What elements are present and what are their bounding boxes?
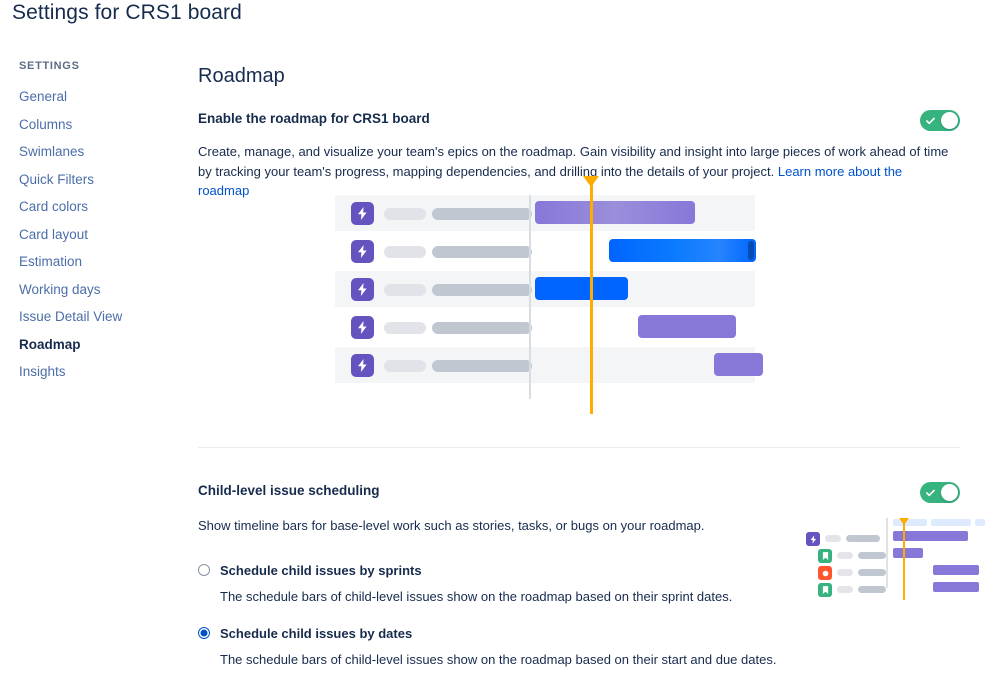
placeholder-bar-large xyxy=(432,284,532,296)
child-scheduling-toggle[interactable] xyxy=(920,482,960,503)
lightning-bolt-icon xyxy=(358,321,367,334)
placeholder-bar-small xyxy=(384,246,426,258)
placeholder-bar-small xyxy=(384,208,426,220)
sidebar-item-roadmap[interactable]: Roadmap xyxy=(19,333,179,357)
sidebar-item-columns[interactable]: Columns xyxy=(19,113,179,137)
radio-option-dates[interactable]: Schedule child issues by dates xyxy=(198,625,963,642)
sidebar-item-swimlanes[interactable]: Swimlanes xyxy=(19,140,179,164)
placeholder-bar-large xyxy=(858,569,886,576)
today-marker-arrow-icon xyxy=(899,518,909,525)
sidebar-item-card-colors[interactable]: Card colors xyxy=(19,195,179,219)
child-scheduling-heading: Child-level issue scheduling xyxy=(198,483,380,498)
placeholder-bar-large xyxy=(858,586,886,593)
sidebar-item-working-days[interactable]: Working days xyxy=(19,278,179,302)
roadmap-illustration-grid xyxy=(335,195,763,399)
sidebar-item-insights[interactable]: Insights xyxy=(19,360,179,384)
check-icon xyxy=(926,489,935,496)
bookmark-icon xyxy=(822,586,828,594)
timeline-header-segment xyxy=(931,519,971,526)
timeline-bar[interactable] xyxy=(535,277,628,300)
timeline-bar[interactable] xyxy=(609,239,756,262)
page-title: Settings for CRS1 board xyxy=(12,1,242,24)
sidebar-item-general[interactable]: General xyxy=(19,85,179,109)
roadmap-section: Roadmap Enable the roadmap for CRS1 boar… xyxy=(198,62,963,414)
bookmark-icon xyxy=(822,552,828,560)
timeline-bar[interactable] xyxy=(933,582,979,592)
child-scheduling-section: Child-level issue scheduling Show timeli… xyxy=(198,482,985,679)
roadmap-illustration-row xyxy=(335,195,755,231)
bug-circle-icon xyxy=(822,570,828,576)
sidebar-item-issue-detail-view[interactable]: Issue Detail View xyxy=(19,305,179,329)
lightning-bolt-icon xyxy=(358,359,367,372)
lightning-bolt-icon xyxy=(358,207,367,220)
roadmap-illustration-row xyxy=(335,233,756,269)
epic-icon xyxy=(351,278,374,301)
timeline-bar-cap xyxy=(748,241,754,260)
roadmap-illustration xyxy=(335,176,763,428)
radio-sprints-label[interactable]: Schedule child issues by sprints xyxy=(220,562,422,579)
section-divider xyxy=(198,447,960,448)
epic-icon xyxy=(351,240,374,263)
placeholder-bar-large xyxy=(432,322,532,334)
placeholder-bar-small xyxy=(837,586,853,593)
placeholder-bar-small xyxy=(837,552,853,559)
child-scheduling-illustration xyxy=(798,508,985,600)
sidebar-item-card-layout[interactable]: Card layout xyxy=(19,223,179,247)
timeline-bar[interactable] xyxy=(933,565,979,575)
epic-icon xyxy=(351,316,374,339)
lightning-bolt-icon xyxy=(358,245,367,258)
placeholder-bar-small xyxy=(384,284,426,296)
timeline-header-segment xyxy=(975,519,985,526)
lightning-bolt-icon xyxy=(358,283,367,296)
timeline-bar[interactable] xyxy=(535,201,695,224)
bug-icon xyxy=(818,566,832,580)
story-icon xyxy=(818,549,832,563)
settings-page: Settings for CRS1 board SETTINGS General… xyxy=(0,0,999,679)
settings-sidebar: SETTINGS General Columns Swimlanes Quick… xyxy=(19,59,179,388)
sidebar-item-estimation[interactable]: Estimation xyxy=(19,250,179,274)
timeline-bar[interactable] xyxy=(893,548,923,558)
roadmap-illustration-row xyxy=(335,271,755,307)
placeholder-bar-small xyxy=(825,535,841,542)
radio-dates-description: The schedule bars of child-level issues … xyxy=(220,651,777,667)
epic-icon xyxy=(351,354,374,377)
today-marker-line xyxy=(903,518,905,600)
lightning-bolt-icon xyxy=(810,534,816,544)
radio-dates-label[interactable]: Schedule child issues by dates xyxy=(220,625,412,642)
placeholder-bar-large xyxy=(432,360,532,372)
placeholder-bar-small xyxy=(384,322,426,334)
check-icon xyxy=(926,117,935,124)
section-title: Roadmap xyxy=(198,65,285,87)
placeholder-bar-large xyxy=(432,246,532,258)
enable-roadmap-toggle[interactable] xyxy=(920,110,960,131)
placeholder-bar-small xyxy=(384,360,426,372)
today-marker-arrow-icon xyxy=(583,176,599,187)
placeholder-bar-large xyxy=(846,535,880,542)
radio-dates-input[interactable] xyxy=(198,627,210,639)
today-marker-line xyxy=(590,176,593,414)
toggle-knob xyxy=(941,484,958,501)
timeline-bar[interactable] xyxy=(714,353,763,376)
placeholder-bar-large xyxy=(432,208,532,220)
toggle-knob xyxy=(941,112,958,129)
placeholder-bar-small xyxy=(837,569,853,576)
sidebar-item-quick-filters[interactable]: Quick Filters xyxy=(19,168,179,192)
placeholder-bar-large xyxy=(858,552,886,559)
radio-sprints-input[interactable] xyxy=(198,564,210,576)
child-illustration-column-divider xyxy=(886,518,888,588)
roadmap-illustration-row xyxy=(335,309,755,345)
epic-icon xyxy=(806,532,820,546)
roadmap-illustration-row xyxy=(335,347,763,383)
sidebar-heading: SETTINGS xyxy=(19,60,80,72)
timeline-bar[interactable] xyxy=(638,315,736,338)
roadmap-column-divider xyxy=(529,195,531,399)
enable-roadmap-heading: Enable the roadmap for CRS1 board xyxy=(198,111,430,126)
epic-icon xyxy=(351,202,374,225)
story-icon xyxy=(818,583,832,597)
